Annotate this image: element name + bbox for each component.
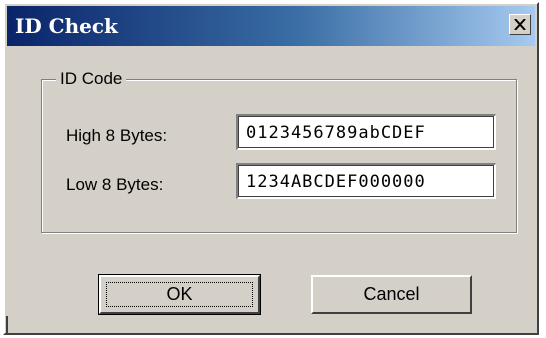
cancel-button[interactable]: Cancel — [311, 275, 472, 314]
edge-mark — [6, 316, 8, 334]
cancel-button-label: Cancel — [363, 284, 420, 304]
group-label: ID Code — [56, 67, 127, 91]
low-bytes-label: Low 8 Bytes: — [66, 175, 164, 194]
close-icon — [514, 19, 526, 30]
title-bar[interactable]: ID Check — [7, 6, 535, 46]
low-bytes-input[interactable]: 1234ABCDEF000000 — [236, 163, 496, 199]
id-check-dialog: ID Check ID Code High 8 Bytes: 012345678… — [3, 2, 539, 335]
close-button[interactable] — [509, 14, 531, 35]
id-code-group: ID Code High 8 Bytes: 0123456789abCDEF L… — [41, 67, 517, 233]
ok-button[interactable]: OK — [98, 274, 261, 315]
high-bytes-input[interactable]: 0123456789abCDEF — [236, 114, 496, 150]
window-title: ID Check — [15, 14, 118, 38]
ok-button-label: OK — [166, 284, 193, 304]
high-bytes-label: High 8 Bytes: — [66, 126, 168, 145]
